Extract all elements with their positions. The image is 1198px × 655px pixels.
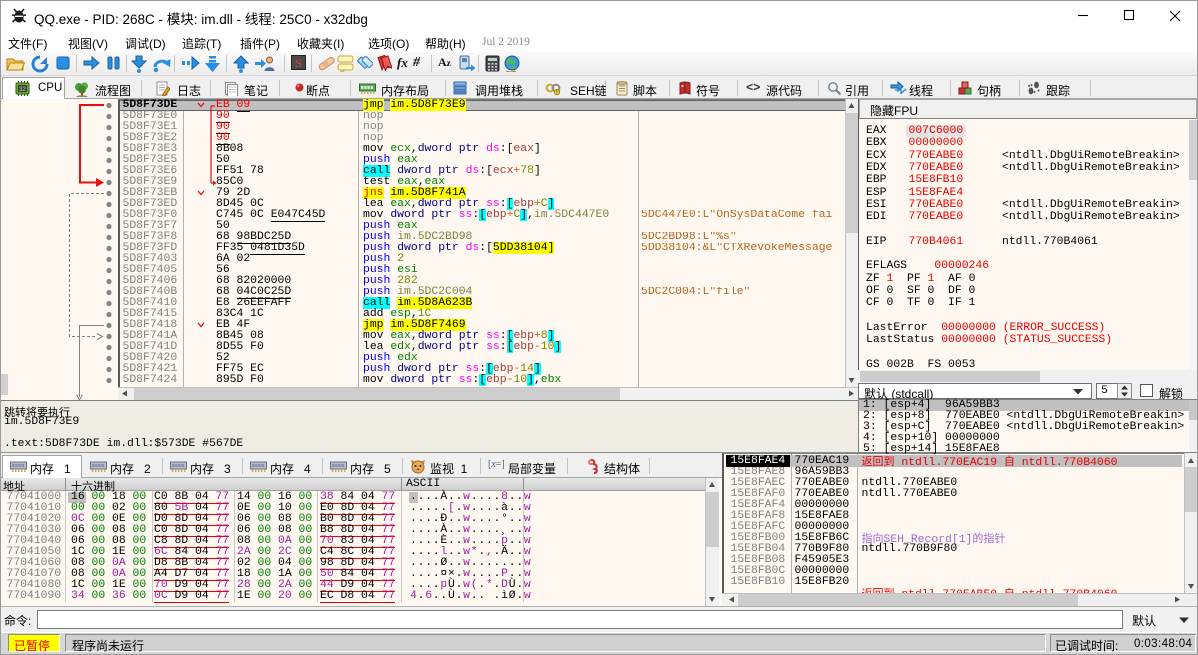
svg-text:32: 32 xyxy=(19,87,26,93)
svg-text:!: ! xyxy=(556,90,557,95)
